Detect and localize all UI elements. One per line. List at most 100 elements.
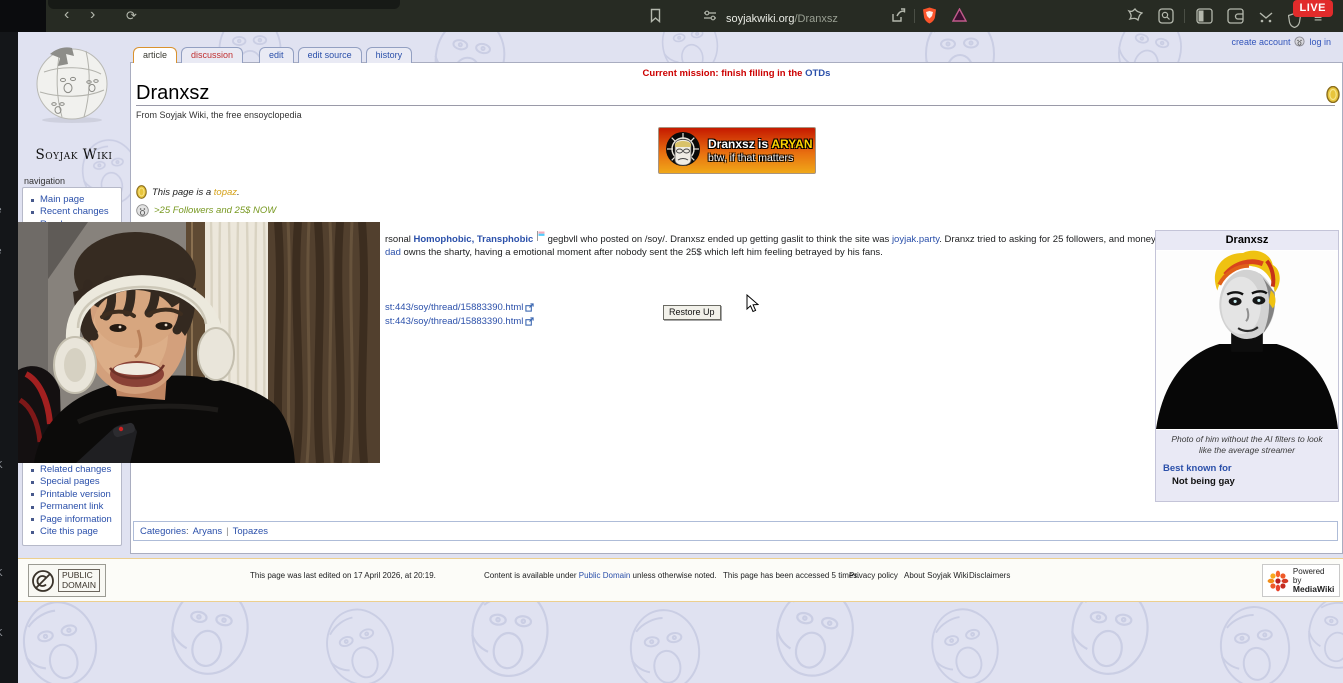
tab-history[interactable]: history <box>366 47 413 63</box>
clipped-letter: K <box>0 568 3 579</box>
brave-shield-icon[interactable] <box>922 7 937 24</box>
personal-links: create account log in <box>1231 36 1331 47</box>
categories-bar: Categories: Aryans | Topazes <box>133 521 1338 541</box>
sidebar-item-cite-this-page[interactable]: Cite this page <box>29 526 117 538</box>
dranxsz-portrait <box>1156 250 1338 430</box>
infobox-title: Dranxsz <box>1156 231 1338 250</box>
topaz-badge-icon[interactable] <box>1326 86 1340 103</box>
sidebar-item-main-page[interactable]: Main page <box>29 194 117 206</box>
site-settings-icon[interactable] <box>703 10 717 22</box>
forward-icon[interactable]: › <box>90 7 95 22</box>
category-separator: | <box>226 526 228 537</box>
category-topazes[interactable]: Topazes <box>233 526 268 537</box>
url-bar[interactable]: soyjakwiki.org/Dranxsz <box>726 9 838 27</box>
tab-edit[interactable]: edit <box>259 47 294 63</box>
external-link-icon <box>525 317 534 326</box>
mw-text-line1: Powered by <box>1293 567 1335 585</box>
infobox: Dranxsz Ph <box>1155 230 1339 502</box>
banner-prefix: Dranxsz is <box>708 137 771 151</box>
window-edge <box>0 0 46 32</box>
license-text: Content is available under Public Domain… <box>484 571 717 580</box>
tab-discussion[interactable]: discussion <box>181 47 243 63</box>
topaz-suffix: . <box>237 187 240 198</box>
search-panel-icon[interactable] <box>1158 8 1174 24</box>
nav-section-header: navigation <box>24 176 65 186</box>
tab-edit-source[interactable]: edit source <box>298 47 362 63</box>
about-link[interactable]: About Soyjak Wiki <box>904 571 968 580</box>
wallet-icon[interactable] <box>1227 8 1244 24</box>
flag-icon <box>536 231 545 241</box>
screen: ‹ › ⟳ soyjakwiki.org/Dranxsz <box>0 0 1343 683</box>
live-badge: LIVE <box>1293 0 1333 17</box>
topaz-prefix: This page is a <box>152 187 214 198</box>
sidebar-item-page-information[interactable]: Page information <box>29 514 117 526</box>
log-in-link[interactable]: log in <box>1309 37 1331 47</box>
infobox-image[interactable] <box>1156 250 1338 430</box>
mw-text-line2: MediaWiki <box>1293 584 1335 594</box>
joyjak-party-link[interactable]: joyjak.party <box>892 234 939 245</box>
public-domain-badge[interactable]: PUBLIC DOMAIN <box>28 564 106 597</box>
privacy-policy-link[interactable]: Privacy policy <box>849 571 898 580</box>
thread-url: st:443/soy/thread/15883390.html <box>385 316 523 327</box>
mission-banner-text: Current mission: finish filling in the O… <box>130 68 1343 79</box>
clipped-letter: K <box>0 628 3 639</box>
bookmark-icon[interactable] <box>650 8 661 23</box>
last-edited-text: This page was last edited on 17 April 20… <box>250 571 436 580</box>
sidebar-toggle-icon[interactable] <box>1196 8 1213 24</box>
back-icon[interactable]: ‹ <box>64 7 69 22</box>
extension-triangle-icon[interactable] <box>952 8 967 22</box>
page-title: Dranxsz <box>136 82 209 105</box>
homophobic-transphobic-link[interactable]: Homophobic, Transphobic <box>414 234 534 245</box>
wiki-wordmark[interactable]: Soyjak Wiki <box>18 147 130 163</box>
article-paragraph-line1: rsonal Homophobic, Transphobic gegbvll w… <box>385 231 1213 245</box>
tools-box: Related changes Special pages Printable … <box>22 452 122 546</box>
mouse-cursor <box>746 294 759 313</box>
para-text: gegbvll who posted on /soy/. Dranxsz end… <box>545 234 892 245</box>
aryan-banner: Dranxsz is ARYAN btw, if that matters <box>658 127 816 174</box>
soyjak-wiki-globe-logo[interactable] <box>30 44 114 124</box>
thread-link-2[interactable]: st:443/soy/thread/15883390.html <box>385 316 534 327</box>
leo-ai-icon[interactable] <box>1127 8 1143 24</box>
soyjak-avatar-icon <box>136 204 149 217</box>
thread-link-1[interactable]: st:443/soy/thread/15883390.html <box>385 302 534 313</box>
license-suffix: unless otherwise noted. <box>630 571 716 580</box>
vpn-icon[interactable] <box>1258 9 1274 24</box>
collapsed-tab-strip <box>48 0 400 9</box>
categories-colon: : <box>186 526 189 537</box>
clipped-letter: e <box>0 246 2 257</box>
para-text: owns the sharty, having a emotional mome… <box>401 247 883 258</box>
public-domain-link[interactable]: Public Domain <box>579 571 631 580</box>
thread-url: st:443/soy/thread/15883390.html <box>385 302 523 313</box>
toolbar-divider <box>1184 9 1185 23</box>
infobox-field-label[interactable]: Best known for <box>1156 458 1338 474</box>
mediawiki-badge[interactable]: Powered by MediaWiki <box>1262 564 1340 597</box>
category-aryans[interactable]: Aryans <box>193 526 223 537</box>
browser-toolbar: ‹ › ⟳ soyjakwiki.org/Dranxsz <box>0 0 1343 32</box>
dad-link[interactable]: dad <box>385 247 401 258</box>
page-tabs: article discussion edit edit source hist… <box>133 47 412 63</box>
reload-icon[interactable]: ⟳ <box>126 8 137 23</box>
share-icon[interactable] <box>891 8 906 23</box>
topaz-link[interactable]: topaz <box>214 187 237 198</box>
webcam-video-overlay <box>18 222 380 463</box>
restore-up-tooltip[interactable]: Restore Up <box>663 305 721 320</box>
mission-prefix: Current mission: finish filling in the <box>643 68 806 79</box>
url-host: soyjakwiki.org <box>726 13 794 25</box>
sidebar-item-related-changes[interactable]: Related changes <box>29 464 117 476</box>
quote-text[interactable]: >25 Followers and 25$ NOW <box>154 205 276 216</box>
gem-icon <box>136 185 147 199</box>
sidebar-item-special-pages[interactable]: Special pages <box>29 476 117 488</box>
sidebar-item-printable-version[interactable]: Printable version <box>29 489 117 501</box>
banner-line2: btw, if that matters <box>708 152 813 164</box>
sidebar-item-permanent-link[interactable]: Permanent link <box>29 501 117 513</box>
mission-otds-link[interactable]: OTDs <box>805 68 830 79</box>
create-account-link[interactable]: create account <box>1231 37 1290 47</box>
url-path: /Dranxsz <box>794 13 837 25</box>
categories-link[interactable]: Categories <box>140 526 186 537</box>
sonnenrad-soyjak-icon <box>662 130 704 172</box>
title-rule <box>136 105 1335 106</box>
sidebar-item-recent-changes[interactable]: Recent changes <box>29 206 117 218</box>
greentext-quote: >25 Followers and 25$ NOW <box>136 204 276 217</box>
tab-article[interactable]: article <box>133 47 177 63</box>
disclaimers-link[interactable]: Disclaimers <box>969 571 1010 580</box>
